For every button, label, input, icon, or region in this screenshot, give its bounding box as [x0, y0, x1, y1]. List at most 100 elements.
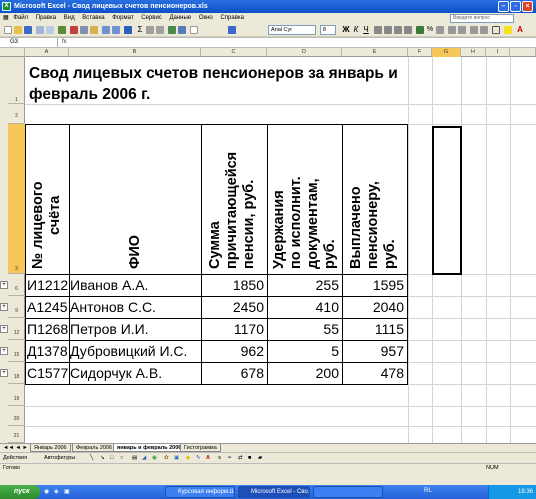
align-left-icon[interactable] — [374, 26, 382, 34]
table-cell-paid[interactable]: 1115 — [342, 318, 408, 341]
quicklaunch-icon[interactable]: ◉ — [44, 488, 49, 495]
outdent-icon[interactable] — [470, 26, 478, 34]
menu-edit[interactable]: Правка — [36, 15, 56, 21]
bold-icon[interactable]: Ж — [342, 26, 350, 34]
decrease-decimal-icon[interactable] — [458, 26, 466, 34]
column-header-f[interactable]: F — [408, 48, 432, 57]
sheet-tab[interactable]: Февраль 2006 — [72, 444, 117, 452]
menu-data[interactable]: Данные — [169, 15, 191, 21]
copy-icon[interactable] — [80, 26, 88, 34]
preview-icon[interactable] — [46, 26, 54, 34]
menu-help[interactable]: Справка — [220, 15, 244, 21]
formula-input[interactable] — [78, 38, 528, 47]
column-header-i[interactable]: I — [486, 48, 510, 57]
table-cell-account[interactable]: Д1378 — [25, 340, 70, 363]
currency-icon[interactable] — [416, 26, 424, 34]
column-header-a[interactable]: A — [25, 48, 69, 57]
taskbar-button[interactable]: Курсовая информ.d... — [165, 486, 235, 498]
drawing-icon[interactable] — [178, 26, 186, 34]
column-header-c[interactable]: C — [201, 48, 267, 57]
quicklaunch-icon[interactable]: ◈ — [54, 488, 59, 495]
column-header-g[interactable]: G — [432, 48, 461, 57]
font-size-select[interactable]: 8 — [320, 25, 336, 35]
sheet-tab[interactable]: Гистограмма — [180, 444, 221, 452]
menu-file[interactable]: Файл — [13, 15, 28, 21]
table-cell-paid[interactable]: 1595 — [342, 274, 408, 297]
header-cell-paid[interactable]: Выплачено пенсионеру, руб. — [342, 124, 408, 275]
minimize-button[interactable]: – — [498, 1, 509, 12]
table-cell-accrued[interactable]: 962 — [201, 340, 268, 363]
italic-icon[interactable]: К — [352, 26, 360, 34]
fx-icon[interactable]: fx — [62, 38, 67, 47]
row-header[interactable]: 1 — [8, 57, 25, 104]
table-cell-accrued[interactable]: 1850 — [201, 274, 268, 297]
table-cell-name[interactable]: Дубровицкий И.С. — [69, 340, 202, 363]
row-header[interactable]: 20 — [8, 406, 25, 426]
table-cell-name[interactable]: Сидорчук А.В. — [69, 362, 202, 385]
table-cell-account[interactable]: П1268 — [25, 318, 70, 341]
table-cell-name[interactable]: Петров И.И. — [69, 318, 202, 341]
table-cell-account[interactable]: С1577 — [25, 362, 70, 385]
cut-icon[interactable] — [70, 26, 78, 34]
table-cell-account[interactable]: И1212 — [25, 274, 70, 297]
zoom-select[interactable] — [190, 26, 198, 34]
name-box[interactable]: G3 — [0, 38, 58, 47]
sort-desc-icon[interactable] — [156, 26, 164, 34]
start-button[interactable]: пуск — [0, 485, 40, 499]
spelling-icon[interactable] — [58, 26, 66, 34]
new-icon[interactable] — [4, 26, 12, 34]
row-header[interactable]: 6 — [8, 274, 25, 296]
row-header[interactable]: 15 — [8, 340, 25, 362]
header-cell-account[interactable]: № лицевого счёта — [25, 124, 70, 275]
column-header-j[interactable] — [510, 48, 536, 57]
merge-center-icon[interactable] — [404, 26, 412, 34]
table-cell-name[interactable]: Иванов А.А. — [69, 274, 202, 297]
borders-icon[interactable] — [492, 26, 500, 34]
hyperlink-icon[interactable] — [124, 26, 132, 34]
header-cell-accrued[interactable]: Сумма причитающейся пенсии, руб. — [201, 124, 268, 275]
taskbar-button-active[interactable]: Microsoft Excel - Сво... — [238, 486, 310, 498]
table-cell-account[interactable]: А1245 — [25, 296, 70, 319]
menu-insert[interactable]: Вставка — [82, 15, 104, 21]
close-button[interactable]: × — [522, 1, 533, 12]
thousands-icon[interactable] — [436, 26, 444, 34]
fill-color-icon[interactable] — [504, 26, 512, 34]
quicklaunch-icon[interactable]: ▣ — [64, 488, 70, 495]
row-header[interactable]: 9 — [8, 296, 25, 318]
increase-decimal-icon[interactable] — [448, 26, 456, 34]
header-cell-name[interactable]: ФИО — [69, 124, 202, 275]
table-cell-deductions[interactable]: 410 — [267, 296, 343, 319]
percent-icon[interactable]: % — [426, 26, 434, 34]
menu-view[interactable]: Вид — [64, 15, 75, 21]
taskbar-button[interactable] — [313, 486, 383, 498]
active-cell-selection[interactable] — [432, 126, 462, 275]
paste-icon[interactable] — [90, 26, 98, 34]
table-cell-accrued[interactable]: 1170 — [201, 318, 268, 341]
expand-group-icon[interactable]: + — [0, 347, 8, 355]
sort-asc-icon[interactable] — [146, 26, 154, 34]
worksheet-grid[interactable]: Свод лицевых счетов пенсионеров за январ… — [25, 57, 536, 443]
table-cell-deductions[interactable]: 255 — [267, 274, 343, 297]
font-name-select[interactable]: Arial Cyr — [268, 25, 316, 35]
font-color-icon[interactable]: A — [516, 26, 524, 34]
row-header[interactable]: 21 — [8, 426, 25, 443]
row-header[interactable]: 2 — [8, 104, 25, 124]
underline-icon[interactable]: Ч — [362, 26, 370, 34]
row-header[interactable]: 3 — [8, 124, 25, 274]
print-icon[interactable] — [36, 26, 44, 34]
expand-group-icon[interactable]: + — [0, 281, 8, 289]
table-cell-deductions[interactable]: 55 — [267, 318, 343, 341]
open-icon[interactable] — [14, 26, 22, 34]
row-header[interactable]: 12 — [8, 318, 25, 340]
table-cell-deductions[interactable]: 200 — [267, 362, 343, 385]
table-cell-deductions[interactable]: 5 — [267, 340, 343, 363]
row-header[interactable]: 18 — [8, 362, 25, 384]
help-icon[interactable] — [228, 26, 236, 34]
autosum-icon[interactable]: Σ — [136, 26, 144, 34]
table-cell-accrued[interactable]: 678 — [201, 362, 268, 385]
expand-group-icon[interactable]: + — [0, 325, 8, 333]
column-header-b[interactable]: B — [69, 48, 201, 57]
header-cell-deductions[interactable]: Удержания по исполнит. документам, руб. — [267, 124, 343, 275]
table-cell-paid[interactable]: 478 — [342, 362, 408, 385]
expand-group-icon[interactable]: + — [0, 369, 8, 377]
